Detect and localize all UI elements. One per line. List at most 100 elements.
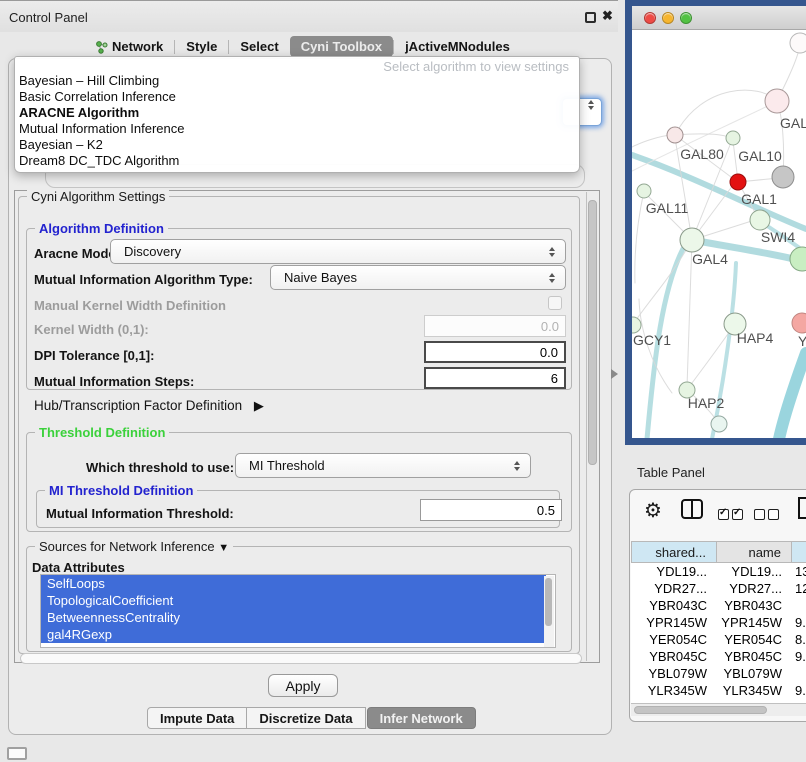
network-node-label: SWI4 — [761, 229, 795, 245]
network-canvas[interactable]: GALGAL80GAL10GAL1GAL11SWI4GAL4GCY1HAP4YH… — [632, 31, 806, 439]
table-cell: YBR043C — [717, 597, 792, 614]
control-panel-title: Control Panel — [9, 10, 88, 25]
table-cell: YER054C — [631, 631, 717, 648]
hub-definition-expander[interactable]: Hub/Transcription Factor Definition ▶ — [34, 398, 264, 414]
mi-type-select[interactable]: Naive Bayes — [270, 265, 566, 290]
table-row[interactable]: YPR145WYPR145W9. — [631, 614, 806, 631]
close-icon[interactable]: ✖ — [602, 8, 613, 24]
attr-list-scrollbar[interactable] — [544, 576, 554, 647]
mi-threshold-label: Mutual Information Threshold: — [46, 506, 234, 521]
dpi-tolerance-field[interactable]: 0.0 — [424, 341, 566, 363]
table-row[interactable]: YBR045CYBR045C9. — [631, 648, 806, 665]
algorithm-menu-item[interactable]: ARACNE Algorithm — [19, 105, 575, 121]
node-gal1[interactable] — [750, 210, 770, 230]
table-cell: YBR045C — [631, 648, 717, 665]
minimize-traffic-light-icon[interactable] — [662, 12, 674, 24]
column-layout-icon[interactable] — [680, 498, 704, 520]
network-edge[interactable] — [675, 90, 777, 135]
algorithm-menu-item[interactable]: Basic Correlation Inference — [19, 89, 575, 105]
data-attribute-item[interactable]: BetweennessCentrality — [41, 609, 546, 626]
table-toolbar: ⚙ — [630, 490, 806, 538]
settings-horizontal-scrollbar[interactable] — [20, 653, 582, 664]
table-cell — [792, 665, 795, 682]
expand-arrow-icon: ▶ — [254, 398, 264, 413]
table-cell: 12 — [792, 580, 806, 597]
close-traffic-light-icon[interactable] — [644, 12, 656, 24]
table-row[interactable]: YDR27...YDR27...12 — [631, 580, 806, 597]
node-gcy1[interactable] — [632, 317, 641, 333]
kernel-width-field[interactable]: 0.0 — [424, 315, 566, 337]
show-columns-icon[interactable] — [718, 509, 743, 520]
algorithm-menu-item[interactable]: Bayesian – K2 — [19, 137, 575, 153]
node-gal4[interactable] — [680, 228, 704, 252]
panel-splitter-handle[interactable] — [611, 369, 618, 379]
tab-select[interactable]: Select — [229, 36, 289, 57]
settings-gear-icon[interactable]: ⚙ — [644, 498, 662, 523]
aracne-mode-select[interactable]: Discovery — [110, 239, 566, 264]
table-cell: YBL079W — [717, 665, 792, 682]
data-attribute-item[interactable]: gal4RGexp — [41, 626, 546, 643]
network-edge[interactable] — [632, 135, 670, 147]
settings-scrollbar-thumb[interactable] — [588, 200, 597, 465]
network-node-label: GAL10 — [738, 148, 782, 164]
node-gal80[interactable] — [667, 127, 683, 143]
network-edge[interactable] — [779, 353, 806, 439]
combo-stepper-icon — [588, 100, 594, 110]
column-header-partial[interactable] — [792, 541, 806, 563]
which-threshold-select[interactable]: MI Threshold — [235, 453, 531, 478]
mi-threshold-field[interactable]: 0.5 — [420, 499, 562, 521]
group-title: Threshold Definition — [35, 425, 169, 440]
algorithm-menu-item[interactable]: Bayesian – Hill Climbing — [19, 73, 575, 89]
zoom-traffic-light-icon[interactable] — [680, 12, 692, 24]
data-attributes-list[interactable]: SelfLoopsTopologicalCoefficientBetweenne… — [40, 574, 556, 648]
network-window-titlebar[interactable] — [632, 6, 806, 30]
table-row[interactable]: YDL19...YDL19...13 — [631, 563, 806, 580]
algorithm-menu-item[interactable]: Dream8 DC_TDC Algorithm — [19, 153, 575, 169]
tab-infer-network[interactable]: Infer Network — [367, 707, 476, 729]
hub-definition-label: Hub/Transcription Factor Definition — [34, 398, 242, 413]
node-gray[interactable] — [772, 166, 794, 188]
tab-style[interactable]: Style — [175, 36, 228, 57]
tab-impute-data[interactable]: Impute Data — [147, 707, 247, 729]
attr-scrollbar-thumb[interactable] — [545, 578, 552, 626]
combo-value: MI Threshold — [249, 458, 325, 473]
table-row[interactable]: YLR345WYLR345W9. — [631, 682, 806, 699]
hide-columns-icon[interactable] — [754, 509, 779, 520]
node-gal10[interactable] — [726, 131, 740, 145]
table-row[interactable]: YBL079WYBL079W — [631, 665, 806, 682]
function-builder-icon[interactable] — [796, 495, 806, 521]
table-horizontal-scrollbar[interactable] — [631, 703, 806, 716]
network-node-label: GAL1 — [741, 191, 777, 207]
node-red[interactable] — [730, 174, 746, 190]
algorithm-menu-item[interactable]: Mutual Information Inference — [19, 121, 575, 137]
table-row[interactable]: YER054CYER054C8. — [631, 631, 806, 648]
tab-network[interactable]: Network — [84, 36, 174, 57]
tab-jactivemnodules[interactable]: jActiveMNodules — [394, 36, 521, 57]
table-panel-title: Table Panel — [637, 465, 705, 480]
minimized-panel-icon[interactable] — [7, 747, 27, 760]
column-header-shared-name[interactable]: shared... — [631, 541, 717, 563]
table-row[interactable]: YBR043CYBR043C — [631, 597, 806, 614]
node-gal-top[interactable] — [765, 89, 789, 113]
data-attribute-item[interactable]: TopologicalCoefficient — [41, 592, 546, 609]
manual-kernel-checkbox[interactable] — [548, 296, 562, 310]
data-attribute-item[interactable]: SelfLoops — [41, 575, 546, 592]
sources-title[interactable]: Sources for Network Inference ▼ — [35, 539, 233, 554]
column-header-name[interactable]: name — [717, 541, 792, 563]
node-top-right[interactable] — [790, 33, 806, 53]
node-gal11[interactable] — [637, 184, 651, 198]
apply-button[interactable]: Apply — [268, 674, 338, 697]
node-salmon[interactable] — [792, 313, 806, 333]
combo-stepper-icon — [514, 461, 520, 471]
mi-steps-field[interactable]: 6 — [424, 367, 566, 389]
table-scrollbar-thumb[interactable] — [634, 706, 767, 714]
tab-cyni-toolbox[interactable]: Cyni Toolbox — [290, 36, 393, 57]
which-threshold-label: Which threshold to use: — [86, 460, 234, 475]
dpi-tolerance-label: DPI Tolerance [0,1]: — [34, 348, 154, 363]
node-right-green[interactable] — [790, 247, 806, 271]
network-edge[interactable] — [635, 191, 644, 283]
float-window-icon[interactable] — [585, 12, 596, 23]
mi-type-label: Mutual Information Algorithm Type: — [34, 272, 253, 287]
tab-discretize-data[interactable]: Discretize Data — [247, 707, 365, 729]
node-bottom[interactable] — [711, 416, 727, 432]
